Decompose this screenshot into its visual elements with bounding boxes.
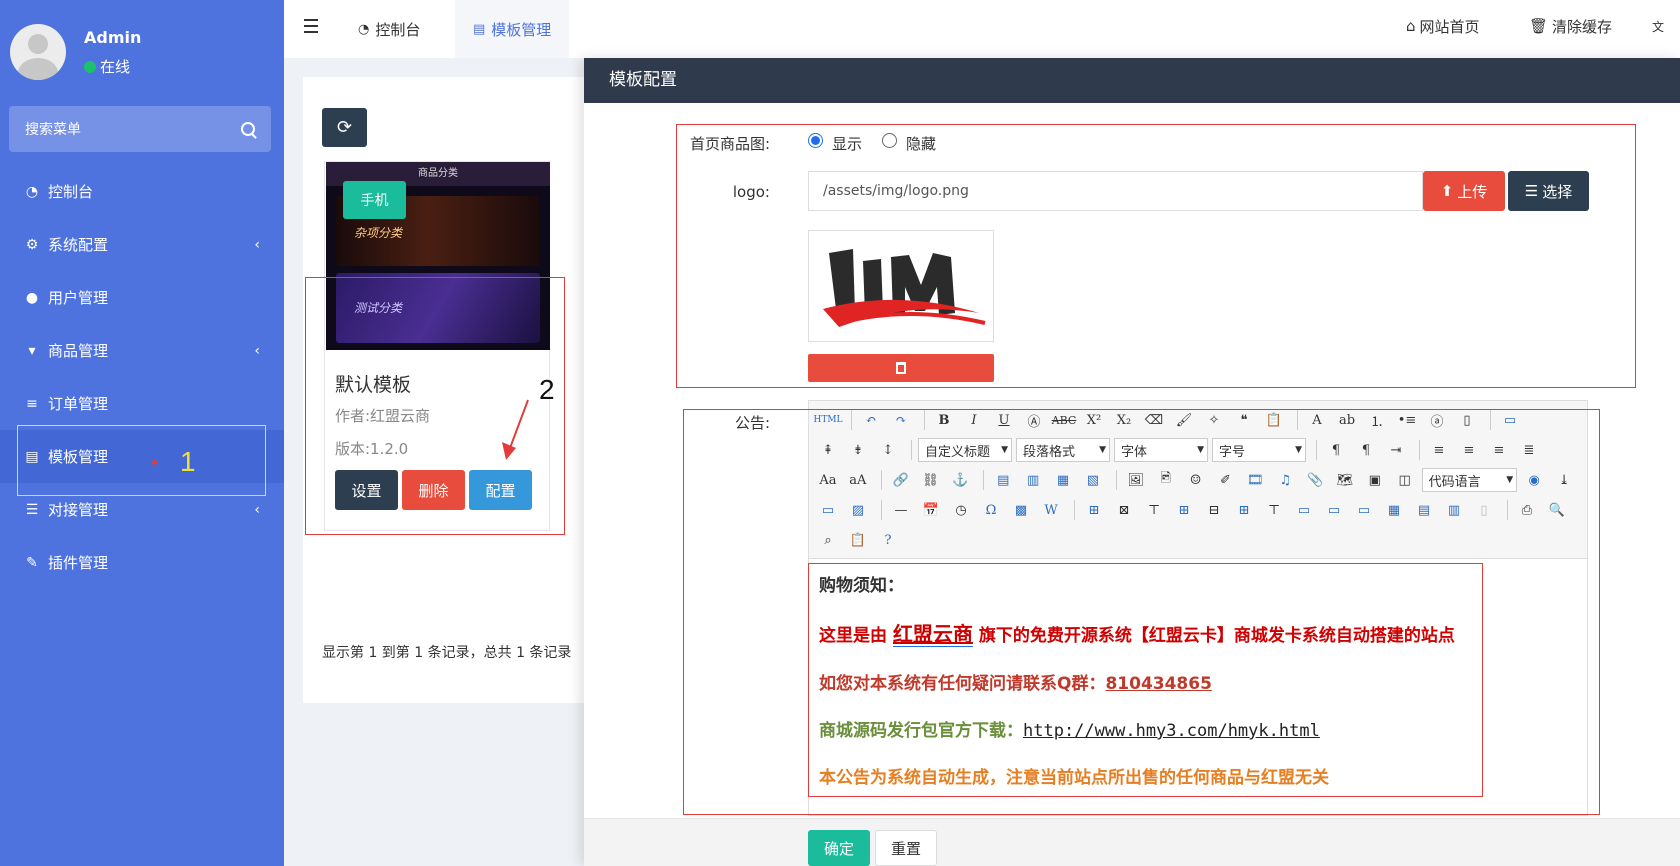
- chevron-left-icon: ‹: [254, 342, 260, 359]
- sidebar-search-input[interactable]: 搜索菜单: [9, 106, 271, 152]
- reset-button[interactable]: 重置: [875, 830, 937, 866]
- trash-icon: 🗑: [1529, 17, 1549, 35]
- annotation-number-2: 2: [539, 374, 555, 405]
- search-icon[interactable]: [241, 122, 255, 136]
- home-link[interactable]: ⌂ 网站首页: [1406, 0, 1480, 52]
- tab-label: 控制台: [375, 20, 421, 39]
- annotation-number-1: 1: [180, 446, 196, 477]
- annotation-arrow: [502, 399, 529, 460]
- user-panel: Admin 在线: [10, 24, 274, 84]
- gear-icon: ⚙: [25, 236, 39, 253]
- records-info: 显示第 1 到第 1 条记录，总共 1 条记录: [322, 645, 572, 661]
- menu-toggle-icon[interactable]: [304, 19, 318, 33]
- sliders-icon: ☰: [25, 501, 39, 518]
- clear-cache-label: 清除缓存: [1552, 17, 1613, 36]
- home-link-label: 网站首页: [1419, 17, 1480, 36]
- dashboard-icon: ◔: [25, 183, 39, 200]
- sidebar-item-plugins[interactable]: ✎ 插件管理: [0, 536, 284, 589]
- sidebar-item-label: 订单管理: [48, 395, 109, 413]
- plug-icon: ✎: [26, 554, 38, 571]
- tab-dashboard[interactable]: ◔ 控制台: [340, 0, 438, 58]
- clear-cache-link[interactable]: 🗑 清除缓存: [1529, 0, 1612, 52]
- search-placeholder: 搜索菜单: [25, 122, 81, 138]
- sidebar-item-label: 商品管理: [48, 342, 109, 360]
- sidebar-item-label: 对接管理: [48, 501, 109, 519]
- list-icon: ≡: [26, 395, 38, 412]
- chevron-left-icon: ‹: [254, 236, 260, 253]
- sidebar-item-products[interactable]: ▾ 商品管理 ‹: [0, 324, 284, 377]
- user-status: 在线: [84, 56, 130, 77]
- mobile-badge: 手机: [343, 181, 406, 219]
- cart-icon: ▾: [28, 342, 36, 359]
- sidebar-item-label: 系统配置: [48, 236, 109, 254]
- modal-title: 模板配置: [584, 58, 1680, 103]
- confirm-button[interactable]: 确定: [808, 830, 870, 866]
- user-name: Admin: [84, 28, 142, 47]
- user-status-text: 在线: [100, 58, 131, 76]
- tab-label: 模板管理: [491, 20, 552, 39]
- home-icon: ⌂: [1406, 17, 1416, 35]
- annotation-dot: [152, 460, 157, 465]
- sidebar-item-label: 用户管理: [48, 289, 109, 307]
- refresh-button[interactable]: ⟳: [322, 108, 367, 147]
- tab-templates[interactable]: ▤ 模板管理: [455, 0, 570, 58]
- sidebar-menu: ◔ 控制台 ⚙ 系统配置 ‹ ● 用户管理 ▾ 商品管理 ‹ ≡ 订单管理 ▤ …: [0, 165, 284, 589]
- sidebar-item-label: 控制台: [48, 183, 94, 201]
- top-navbar: ◔ 控制台 ▤ 模板管理 ⌂ 网站首页 🗑 清除缓存 文: [284, 0, 1680, 58]
- template-icon: ▤: [473, 21, 486, 37]
- online-dot-icon: [84, 60, 96, 73]
- avatar[interactable]: [10, 24, 66, 80]
- user-icon: ●: [25, 289, 39, 306]
- sidebar-item-system-config[interactable]: ⚙ 系统配置 ‹: [0, 218, 284, 271]
- annotation-box-content: [808, 563, 1483, 797]
- chevron-left-icon: ‹: [254, 501, 260, 518]
- dashboard-icon: ◔: [358, 21, 370, 37]
- refresh-icon: ⟳: [336, 117, 353, 138]
- annotation-box-1: [17, 425, 266, 496]
- annotation-box-settings: [676, 124, 1636, 388]
- sidebar-item-users[interactable]: ● 用户管理: [0, 271, 284, 324]
- sidebar-item-dashboard[interactable]: ◔ 控制台: [0, 165, 284, 218]
- language-icon[interactable]: 文: [1652, 0, 1664, 52]
- sidebar-item-orders[interactable]: ≡ 订单管理: [0, 377, 284, 430]
- modal-footer: [584, 818, 1680, 866]
- sidebar-item-label: 插件管理: [48, 554, 109, 572]
